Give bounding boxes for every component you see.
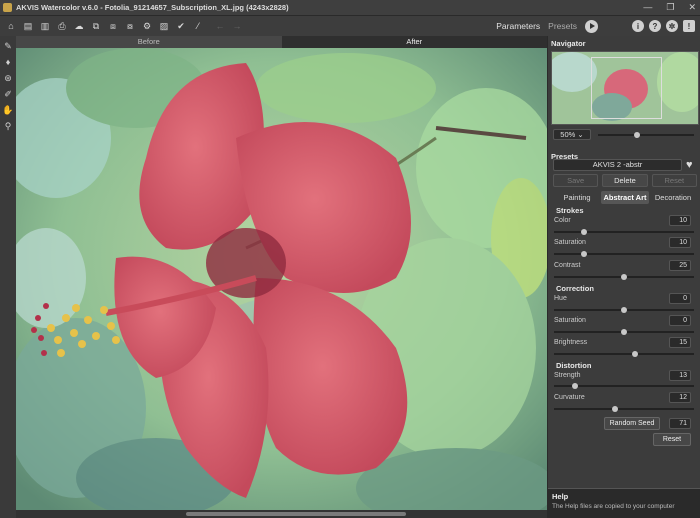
strength-label: Strength bbox=[554, 372, 581, 379]
navigator-title: Navigator bbox=[551, 39, 586, 48]
print-icon[interactable]: ⎙ bbox=[55, 19, 69, 33]
help-panel: Help The Help files are copied to your c… bbox=[548, 488, 700, 518]
save-strokes-icon[interactable]: ⧇ bbox=[123, 19, 137, 33]
scrollbar-thumb[interactable] bbox=[186, 512, 406, 516]
correction-saturation-slider[interactable] bbox=[554, 329, 694, 335]
effect-tabs: Painting Abstract Art Decoration bbox=[553, 191, 697, 204]
zoom-tool-icon[interactable]: ⚲ bbox=[2, 120, 14, 133]
strokes-section-title: Strokes bbox=[556, 206, 584, 215]
brightness-value[interactable]: 15 bbox=[669, 337, 691, 348]
info-icon[interactable]: i bbox=[632, 20, 644, 32]
curvature-slider[interactable] bbox=[554, 406, 694, 412]
hue-value[interactable]: 0 bbox=[669, 293, 691, 304]
settings-icon[interactable]: ✲ bbox=[666, 20, 678, 32]
title-bar: AKVIS Watercolor v.6.0 - Fotolia_9121465… bbox=[0, 0, 700, 16]
reset-preset-button[interactable]: Reset bbox=[651, 174, 697, 187]
color-slider[interactable] bbox=[554, 229, 694, 235]
tab-parameters[interactable]: Parameters bbox=[496, 21, 540, 31]
plugin-icon[interactable]: ⚙ bbox=[140, 19, 154, 33]
eraser-tool-icon[interactable]: ✐ bbox=[2, 88, 14, 101]
image-canvas[interactable] bbox=[16, 48, 547, 510]
open-file-icon[interactable]: ▤ bbox=[21, 19, 35, 33]
hue-slider[interactable] bbox=[554, 307, 694, 313]
batch-icon[interactable]: ⧉ bbox=[89, 19, 103, 33]
toolbar-right: Parameters Presets i ? ✲ ! bbox=[496, 16, 700, 36]
correction-saturation-label: Saturation bbox=[554, 317, 586, 324]
check-icon[interactable]: ✔ bbox=[174, 19, 188, 33]
load-strokes-icon[interactable]: ⧈ bbox=[106, 19, 120, 33]
curvature-value[interactable]: 12 bbox=[669, 392, 691, 403]
window-title: AKVIS Watercolor v.6.0 - Fotolia_9121465… bbox=[16, 3, 289, 12]
run-button[interactable] bbox=[585, 19, 598, 33]
brush-tool-icon[interactable]: ✎ bbox=[2, 40, 14, 53]
brush-settings-icon[interactable]: ⁄ bbox=[191, 19, 205, 33]
navigator-view-frame[interactable] bbox=[591, 57, 662, 119]
contrast-slider[interactable] bbox=[554, 274, 694, 280]
tab-decoration[interactable]: Decoration bbox=[649, 191, 697, 204]
distortion-section-title: Distortion bbox=[556, 361, 592, 370]
save-file-icon[interactable]: ▥ bbox=[38, 19, 52, 33]
saturation-slider[interactable] bbox=[554, 251, 694, 257]
strength-slider[interactable] bbox=[554, 383, 694, 389]
drop-tool-icon[interactable]: ♦ bbox=[2, 56, 14, 69]
save-preset-button[interactable]: Save bbox=[553, 174, 599, 187]
notification-icon[interactable]: ! bbox=[683, 20, 695, 32]
maximize-button[interactable]: ❐ bbox=[666, 2, 674, 13]
before-after-tabs: Before After bbox=[16, 36, 547, 48]
tab-before[interactable]: Before bbox=[16, 36, 282, 48]
preset-select[interactable]: AKVIS 2 -abstr bbox=[553, 159, 682, 171]
correction-section-title: Correction bbox=[556, 284, 594, 293]
zoom-slider[interactable] bbox=[598, 132, 694, 138]
random-seed-button[interactable]: Random Seed bbox=[604, 417, 660, 430]
tab-presets[interactable]: Presets bbox=[548, 21, 577, 31]
horizontal-scrollbar[interactable] bbox=[16, 510, 547, 518]
correction-saturation-value[interactable]: 0 bbox=[669, 315, 691, 326]
strength-value[interactable]: 13 bbox=[669, 370, 691, 381]
clone-tool-icon[interactable]: ⊛ bbox=[2, 72, 14, 85]
favorite-heart-icon[interactable]: ♥ bbox=[686, 159, 693, 171]
redo-icon[interactable]: → bbox=[230, 19, 244, 33]
help-text: The Help files are copied to your comput… bbox=[552, 503, 675, 510]
contrast-label: Contrast bbox=[554, 262, 581, 269]
color-value[interactable]: 10 bbox=[669, 215, 691, 226]
tab-painting[interactable]: Painting bbox=[553, 191, 601, 204]
curvature-label: Curvature bbox=[554, 394, 585, 401]
saturation-value[interactable]: 10 bbox=[669, 237, 691, 248]
zoom-select[interactable]: 50% ⌄ bbox=[553, 129, 591, 140]
minimize-button[interactable]: — bbox=[643, 2, 652, 13]
home-icon[interactable]: ⌂ bbox=[4, 19, 18, 33]
watercolor-image bbox=[16, 48, 547, 510]
settings-panel: Navigator 50% ⌄ Presets AKVIS 2 -abstr ♥… bbox=[547, 36, 700, 518]
color-label: Color bbox=[554, 217, 571, 224]
close-button[interactable]: ✕ bbox=[688, 2, 696, 13]
hand-tool-icon[interactable]: ✋ bbox=[2, 104, 14, 117]
random-seed-value[interactable]: 71 bbox=[669, 418, 691, 429]
undo-icon[interactable]: ← bbox=[213, 19, 227, 33]
brightness-label: Brightness bbox=[554, 339, 588, 346]
preset-buttons: Save Delete Reset bbox=[553, 174, 697, 187]
brightness-slider[interactable] bbox=[554, 351, 694, 357]
contrast-value[interactable]: 25 bbox=[669, 260, 691, 271]
delete-preset-button[interactable]: Delete bbox=[602, 174, 648, 187]
tool-column: ✎ ♦ ⊛ ✐ ✋ ⚲ bbox=[0, 36, 16, 518]
help-title: Help bbox=[552, 492, 569, 501]
share-icon[interactable]: ☁ bbox=[72, 19, 86, 33]
saturation-label: Saturation bbox=[554, 239, 586, 246]
reset-button[interactable]: Reset bbox=[653, 433, 691, 446]
help-icon[interactable]: ? bbox=[649, 20, 661, 32]
hue-label: Hue bbox=[554, 295, 567, 302]
app-icon bbox=[3, 3, 12, 12]
navigator-preview[interactable] bbox=[551, 51, 699, 125]
window-controls: — ❐ ✕ bbox=[643, 2, 696, 13]
tab-abstract-art[interactable]: Abstract Art bbox=[601, 191, 649, 204]
toolbar: ⌂ ▤ ▥ ⎙ ☁ ⧉ ⧈ ⧇ ⚙ ▨ ✔ ⁄ ← → Parameters P… bbox=[0, 16, 700, 36]
tab-after[interactable]: After bbox=[281, 36, 547, 48]
texture-icon[interactable]: ▨ bbox=[157, 19, 171, 33]
